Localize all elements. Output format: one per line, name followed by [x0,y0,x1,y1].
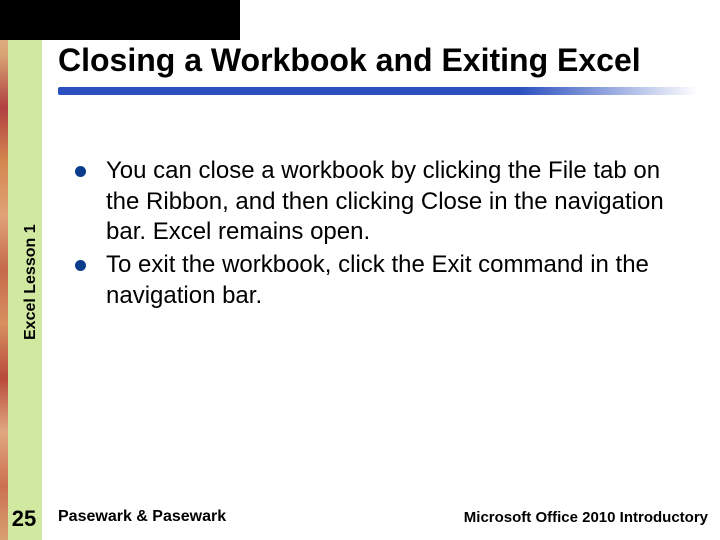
page-number: 25 [6,506,42,532]
list-item: To exit the workbook, click the Exit com… [75,250,695,311]
slide-title: Closing a Workbook and Exiting Excel [58,42,698,79]
title-underline [58,87,698,95]
bullet-icon [75,166,86,177]
top-black-box [0,0,240,40]
footer-book-title: Microsoft Office 2010 Introductory [464,509,708,526]
sidebar-lesson-label: Excel Lesson 1 [22,224,40,340]
title-area: Closing a Workbook and Exiting Excel [58,42,698,95]
bullet-text: You can close a workbook by clicking the… [106,156,695,248]
list-item: You can close a workbook by clicking the… [75,156,695,248]
content-area: You can close a workbook by clicking the… [75,156,695,314]
bullet-text: To exit the workbook, click the Exit com… [106,250,695,311]
footer-author: Pasewark & Pasewark [58,508,226,526]
bullet-icon [75,260,86,271]
decorative-left-stripe [0,0,8,540]
footer: Pasewark & Pasewark Microsoft Office 201… [58,508,708,526]
